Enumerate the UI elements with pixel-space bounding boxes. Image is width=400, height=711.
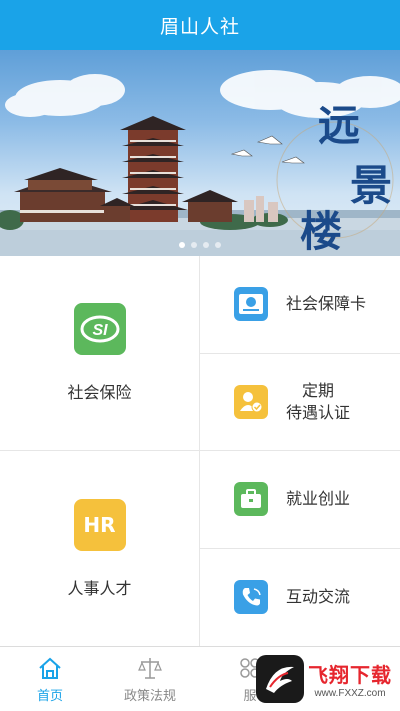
hr-icon: HR — [73, 498, 126, 551]
social-insurance-icon: SI — [73, 303, 126, 355]
banner-carousel[interactable]: 远 景 楼 — [0, 50, 400, 256]
home-icon — [39, 657, 61, 679]
tab-policy[interactable]: 政策法规 — [100, 647, 200, 711]
banner-image: 远 景 楼 — [0, 70, 400, 256]
watermark-url: www.FXXZ.com — [314, 687, 386, 699]
menu-grid: SI 社会保险 HR 人事人才 社会保障卡 定期 待遇认证 就业创业 互动交流 — [0, 256, 400, 646]
hr-talent-tile[interactable]: HR 人事人才 — [0, 451, 200, 646]
social-card-item[interactable]: 社会保障卡 — [200, 256, 400, 354]
page-title: 眉山人社 — [159, 15, 240, 38]
hr-talent-label: 人事人才 — [67, 578, 132, 598]
carousel-dot[interactable] — [191, 242, 197, 248]
employment-item[interactable]: 就业创业 — [200, 451, 400, 549]
social-insurance-label: 社会保险 — [67, 383, 132, 402]
banner-calligraphy-2: 景 — [350, 161, 392, 210]
carousel-dot[interactable] — [203, 242, 209, 248]
tab-home[interactable]: 首页 — [0, 647, 100, 711]
social-insurance-tile[interactable]: SI 社会保险 — [0, 256, 200, 451]
hr-icon-text: HR — [83, 512, 116, 537]
briefcase-icon — [234, 482, 268, 517]
employment-label: 就业创业 — [286, 489, 351, 509]
certification-label: 定期 待遇认证 — [286, 380, 351, 422]
social-card-label: 社会保障卡 — [286, 294, 367, 314]
carousel-dot[interactable] — [215, 242, 221, 248]
phone-icon — [234, 580, 268, 615]
person-check-icon — [234, 384, 268, 419]
banner-calligraphy-1: 远 — [318, 101, 360, 150]
certification-item[interactable]: 定期 待遇认证 — [200, 354, 400, 451]
interaction-item[interactable]: 互动交流 — [200, 549, 400, 647]
carousel-dot[interactable] — [179, 242, 185, 248]
interaction-label: 互动交流 — [286, 587, 351, 607]
app-title-bar: 眉山人社 — [0, 0, 400, 50]
tab-home-label: 首页 — [36, 688, 63, 704]
tab-policy-label: 政策法规 — [123, 688, 176, 704]
scales-icon — [138, 657, 162, 679]
watermark: 飞翔下载 www.FXXZ.com — [250, 646, 400, 711]
id-card-icon — [234, 287, 268, 322]
carousel-indicator — [0, 242, 400, 248]
svg-text:SI: SI — [92, 322, 108, 339]
banner-calligraphy-3: 楼 — [300, 207, 342, 256]
watermark-logo-icon — [256, 654, 304, 703]
watermark-title: 飞翔下载 — [308, 662, 392, 687]
